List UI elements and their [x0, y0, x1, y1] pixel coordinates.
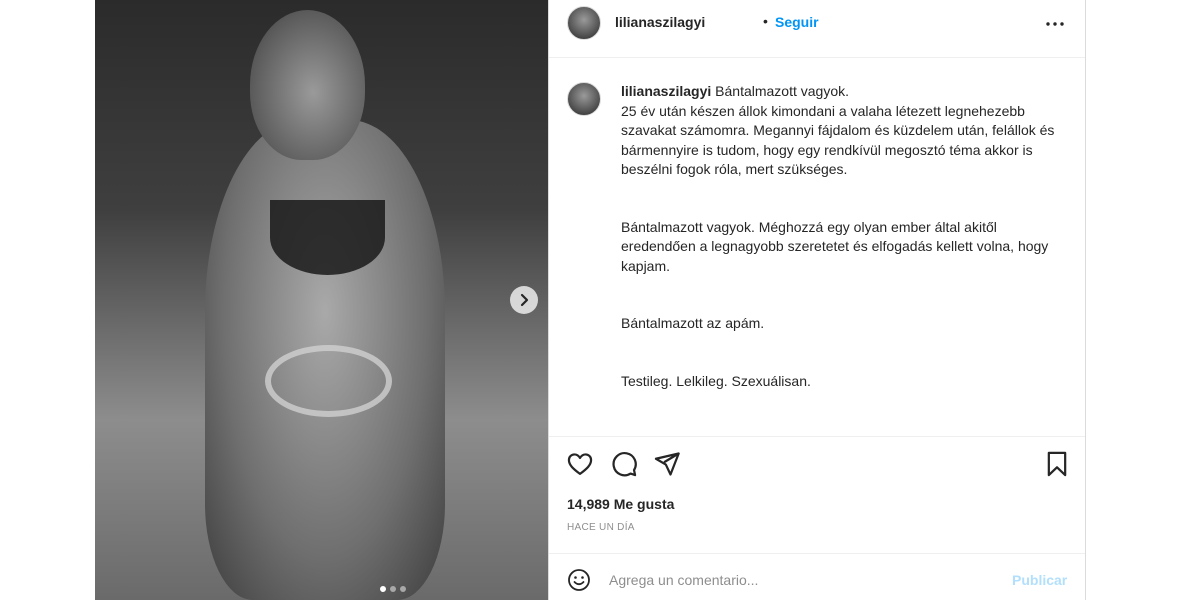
- chevron-right-icon: [520, 293, 529, 307]
- post-photo: [95, 0, 548, 600]
- caption-area: lilianaszilagyi Bántalmazott vagyok. 25 …: [549, 58, 1085, 437]
- publish-button[interactable]: Publicar: [1012, 572, 1067, 588]
- caption-line: Bántalmazott vagyok. Méghozzá egy olyan …: [621, 218, 1049, 274]
- emoji-icon[interactable]: [567, 568, 591, 592]
- send-icon[interactable]: [653, 450, 681, 478]
- avatar[interactable]: [567, 6, 601, 40]
- heart-icon[interactable]: [566, 450, 594, 478]
- header-username[interactable]: lilianaszilagyi: [615, 14, 705, 30]
- caption-avatar[interactable]: [567, 82, 601, 116]
- photo-garment: [270, 200, 385, 275]
- caption-line: Bántalmazott vagyok.: [715, 83, 850, 99]
- carousel-dot: [400, 586, 406, 592]
- carousel-indicator: [380, 586, 406, 592]
- caption-first-line: lilianaszilagyi Bántalmazott vagyok.: [621, 82, 1071, 102]
- comment-bar: Publicar: [549, 553, 1085, 601]
- caption-username[interactable]: lilianaszilagyi: [621, 83, 711, 99]
- carousel-dot-active: [380, 586, 386, 592]
- carousel-dot: [390, 586, 396, 592]
- post-details-panel: lilianaszilagyi • Seguir lilianaszilagyi…: [548, 0, 1086, 600]
- caption-line: 25 év után készen állok kimondani a vala…: [621, 102, 1055, 178]
- photo-rope: [265, 345, 392, 417]
- more-horizontal-icon[interactable]: [1043, 12, 1067, 36]
- post-media[interactable]: [95, 0, 548, 600]
- follow-button[interactable]: Seguir: [775, 14, 819, 30]
- post-timestamp[interactable]: HACE UN DÍA: [567, 522, 635, 533]
- caption-line: Bántalmazott az apám.: [621, 315, 765, 331]
- header-separator: •: [763, 13, 768, 29]
- like-count[interactable]: 14,989 Me gusta: [567, 496, 674, 512]
- caption-line: Testileg. Lelkileg. Szexuálisan.: [621, 372, 811, 389]
- carousel-next-button[interactable]: [510, 286, 538, 314]
- photo-figure-head: [250, 10, 365, 160]
- caption-text: lilianaszilagyi Bántalmazott vagyok. 25 …: [621, 82, 1071, 391]
- comment-input[interactable]: [609, 568, 989, 592]
- post-header: lilianaszilagyi • Seguir: [549, 0, 1085, 58]
- comment-icon[interactable]: [610, 450, 638, 478]
- post-actions: [549, 450, 1085, 480]
- page-margin: [0, 0, 95, 600]
- bookmark-icon[interactable]: [1043, 450, 1071, 478]
